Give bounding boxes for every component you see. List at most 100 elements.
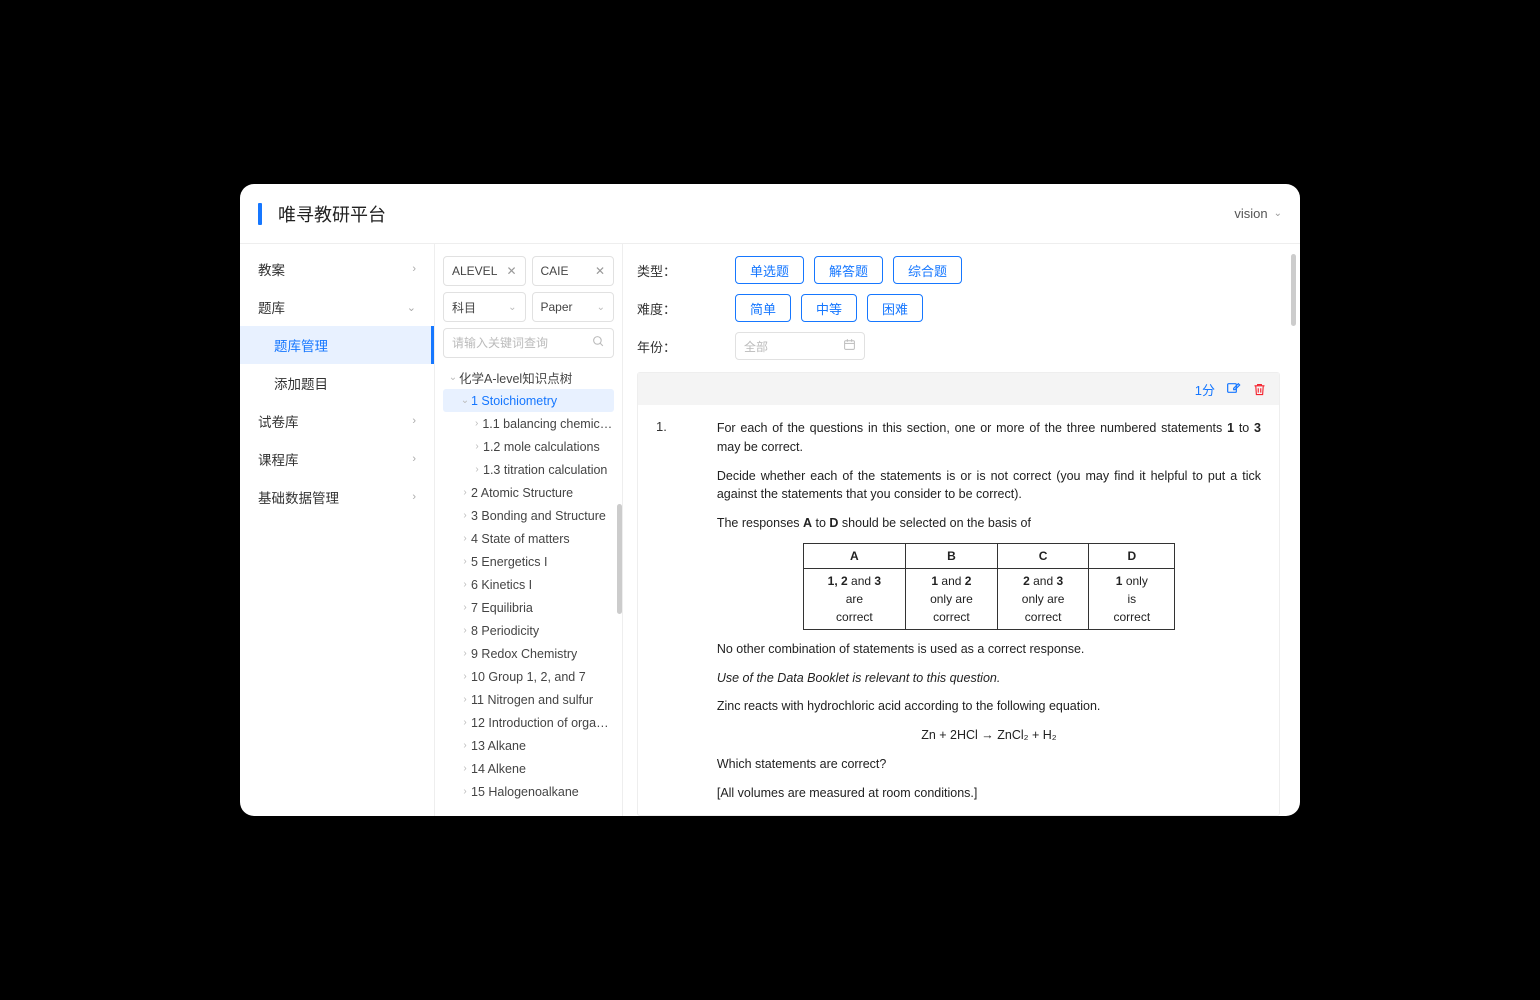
- tree-label: 1.3 titration calculation: [483, 463, 607, 477]
- tree-node[interactable]: ›3 Bonding and Structure: [443, 504, 614, 527]
- question-text: For each of the questions in this sectio…: [717, 419, 1261, 815]
- tree-node[interactable]: ›13 Alkane: [443, 734, 614, 757]
- caret-icon: ›: [459, 487, 471, 498]
- caret-icon: ›: [459, 602, 471, 613]
- sidebar-item[interactable]: 题库管理: [240, 326, 434, 364]
- tree-node[interactable]: ⌄化学A-level知识点树: [443, 366, 614, 389]
- caret-icon: ›: [459, 510, 471, 521]
- tree-node[interactable]: ›10 Group 1, 2, and 7: [443, 665, 614, 688]
- tree-label: 3 Bonding and Structure: [471, 509, 606, 523]
- tree-node[interactable]: ›4 State of matters: [443, 527, 614, 550]
- tree-node[interactable]: ›1.3 titration calculation: [443, 458, 614, 481]
- caret-icon: ›: [471, 464, 483, 475]
- sidebar-item-label: 添加题目: [274, 373, 328, 393]
- question-body: 1. For each of the questions in this sec…: [638, 405, 1279, 815]
- chevron-icon: ›: [412, 453, 416, 465]
- caret-icon: ›: [459, 763, 471, 774]
- filter-label-year: 年份：: [637, 337, 677, 356]
- caret-icon: ›: [459, 556, 471, 567]
- sidebar-item[interactable]: 基础数据管理 ›: [240, 478, 434, 516]
- equation: Zn + 2HCl → ZnCl₂ + H₂: [717, 726, 1261, 745]
- score-button[interactable]: 1分: [1195, 380, 1215, 399]
- header: 唯寻教研平台 vision ⌄: [240, 184, 1300, 244]
- sidebar-item[interactable]: 课程库 ›: [240, 440, 434, 478]
- sidebar-item-label: 课程库: [258, 449, 299, 469]
- tree-label: 8 Periodicity: [471, 624, 539, 638]
- type-chip-comprehensive[interactable]: 综合题: [893, 256, 962, 284]
- caret-icon: ⌄: [447, 372, 459, 383]
- tree-node[interactable]: ›1.1 balancing chemical…: [443, 412, 614, 435]
- paper-select[interactable]: Paper ⌄: [532, 292, 615, 322]
- chevron-icon: ⌄: [407, 301, 416, 314]
- answer-key-table: A B C D 1, 2 and 3arecorrect 1 and 2only…: [803, 543, 1176, 630]
- sidebar-item-label: 基础数据管理: [258, 487, 339, 507]
- tree-label: 11 Nitrogen and sulfur: [471, 693, 593, 707]
- tree-node[interactable]: ›14 Alkene: [443, 757, 614, 780]
- caret-icon: ›: [459, 671, 471, 682]
- tree-node[interactable]: ›15 Halogenoalkane: [443, 780, 614, 803]
- search-icon[interactable]: [592, 335, 605, 351]
- tree-label: 1 Stoichiometry: [471, 394, 557, 408]
- tree-label: 1.1 balancing chemical…: [482, 417, 614, 431]
- sidebar-item[interactable]: 添加题目: [240, 364, 434, 402]
- tree-node[interactable]: ›8 Periodicity: [443, 619, 614, 642]
- diff-chip-hard[interactable]: 困难: [867, 294, 923, 322]
- chevron-down-icon: ⌄: [508, 302, 516, 313]
- tree-node[interactable]: ›1.2 mole calculations: [443, 435, 614, 458]
- sidebar-item-label: 试卷库: [258, 411, 299, 431]
- sidebar-item[interactable]: 教案›: [240, 250, 434, 288]
- trash-icon[interactable]: [1251, 381, 1267, 397]
- question-toolbar: 1分: [638, 373, 1279, 405]
- scrollbar-thumb[interactable]: [617, 504, 622, 614]
- type-filter: 类型： 单选题 解答题 综合题: [637, 256, 1280, 284]
- diff-chip-easy[interactable]: 简单: [735, 294, 791, 322]
- subject-select[interactable]: 科目 ⌄: [443, 292, 526, 322]
- close-icon[interactable]: ✕: [595, 264, 605, 278]
- tree-label: 7 Equilibria: [471, 601, 533, 615]
- type-chip-answer[interactable]: 解答题: [814, 256, 883, 284]
- tree-node[interactable]: ›9 Redox Chemistry: [443, 642, 614, 665]
- calendar-icon: [843, 338, 856, 354]
- search-box: [443, 328, 614, 358]
- tree-label: 2 Atomic Structure: [471, 486, 573, 500]
- diff-chip-medium[interactable]: 中等: [801, 294, 857, 322]
- chevron-icon: ›: [412, 491, 416, 503]
- tree-label: 12 Introduction of orga…: [471, 716, 609, 730]
- caret-icon: ⌄: [459, 395, 471, 406]
- tree-node[interactable]: ›11 Nitrogen and sulfur: [443, 688, 614, 711]
- sidebar: 教案›题库⌄题库管理添加题目试卷库 › 课程库 › 基础数据管理 ›: [240, 244, 435, 816]
- type-chip-single[interactable]: 单选题: [735, 256, 804, 284]
- difficulty-filter: 难度： 简单 中等 困难: [637, 294, 1280, 322]
- chip-label: ALEVEL: [452, 264, 497, 278]
- year-select[interactable]: 全部: [735, 332, 865, 360]
- chevron-down-icon: ⌄: [597, 302, 605, 313]
- search-input[interactable]: [452, 336, 592, 350]
- close-icon[interactable]: ✕: [506, 264, 516, 278]
- filter-chip-board[interactable]: ALEVEL ✕: [443, 256, 526, 286]
- question-card: 1分 1. For each of the questions in this …: [637, 372, 1280, 816]
- select-label: 科目: [452, 299, 476, 316]
- caret-icon: ›: [459, 579, 471, 590]
- tree-node[interactable]: ›6 Kinetics I: [443, 573, 614, 596]
- tree-node[interactable]: ›2 Atomic Structure: [443, 481, 614, 504]
- sidebar-item[interactable]: 试卷库 ›: [240, 402, 434, 440]
- filter-chip-exam[interactable]: CAIE ✕: [532, 256, 615, 286]
- chevron-icon: ›: [412, 415, 416, 427]
- caret-icon: ›: [459, 694, 471, 705]
- brand-title: 唯寻教研平台: [278, 201, 386, 227]
- caret-icon: ›: [459, 533, 471, 544]
- tree-node[interactable]: ›12 Introduction of orga…: [443, 711, 614, 734]
- chevron-down-icon: ⌄: [1274, 208, 1282, 219]
- edit-icon[interactable]: [1225, 381, 1241, 397]
- tree-label: 14 Alkene: [471, 762, 526, 776]
- user-menu[interactable]: vision ⌄: [1234, 206, 1282, 221]
- tree-node[interactable]: ›5 Energetics I: [443, 550, 614, 573]
- caret-icon: ›: [459, 625, 471, 636]
- sidebar-item[interactable]: 题库⌄: [240, 288, 434, 326]
- caret-icon: ›: [459, 717, 471, 728]
- scrollbar-thumb[interactable]: [1291, 254, 1296, 326]
- question-number: 1.: [656, 419, 667, 815]
- tree-label: 9 Redox Chemistry: [471, 647, 577, 661]
- tree-node[interactable]: ⌄1 Stoichiometry: [443, 389, 614, 412]
- tree-node[interactable]: ›7 Equilibria: [443, 596, 614, 619]
